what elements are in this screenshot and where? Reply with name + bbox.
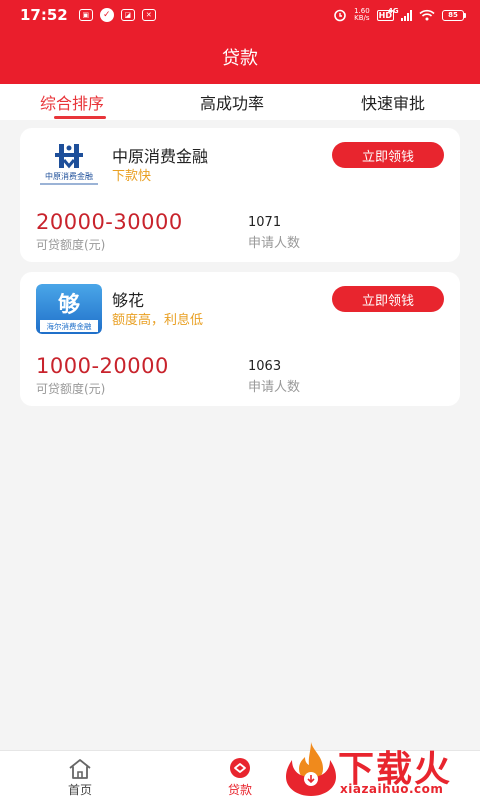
applicant-count-label: 申请人数 (248, 236, 301, 251)
status-bar: 17:52 ▣ ✓ ◪ ✕ 1.60 KB/s HD 4G 85 (0, 0, 480, 30)
flame-notification-icon: ✕ (141, 9, 156, 21)
home-icon (69, 759, 91, 779)
zhongyuan-logo: 中原消费金融 (36, 140, 102, 190)
nav-home[interactable]: 首页 (40, 751, 120, 800)
loan-amount: 1000-20000 (36, 354, 169, 378)
applicant-count-label: 申请人数 (248, 380, 301, 395)
product-tag: 下款快 (112, 169, 152, 184)
nav-loan-label: 贷款 (227, 783, 252, 797)
apply-button[interactable]: 立即领钱 (332, 142, 444, 168)
nav-loan[interactable]: 贷款 (200, 751, 280, 800)
product-card[interactable]: 够 海尔消费金融 够花 额度高，利息低 立即领钱 1000-20000 可贷额度… (20, 272, 460, 406)
alarm-icon (333, 8, 347, 22)
site-watermark: 下载火 xiazaihuo.com (282, 736, 480, 800)
active-tab-indicator (54, 116, 106, 119)
loan-amount-label: 可贷额度(元) (36, 238, 106, 252)
sort-tabs: 综合排序 高成功率 快速审批 (0, 84, 480, 120)
applicant-count: 1071 (248, 215, 282, 230)
tab-comprehensive[interactable]: 综合排序 (40, 90, 104, 114)
page-title: 贷款 (222, 48, 258, 69)
battery-level: 85 (442, 9, 464, 21)
tab-high-success[interactable]: 高成功率 (200, 90, 264, 114)
nav-home-label: 首页 (67, 783, 92, 797)
status-right: 1.60 KB/s HD 4G 85 (333, 7, 466, 22)
apply-button[interactable]: 立即领钱 (332, 286, 444, 312)
battery-icon: 85 (442, 9, 466, 21)
goohua-logo: 够 海尔消费金融 (36, 284, 102, 334)
signal-type-label: 4G (388, 6, 399, 15)
product-name: 中原消费金融 (112, 147, 209, 166)
status-time: 17:52 (20, 6, 68, 24)
app-notification-icon: ▣ (78, 9, 93, 21)
loan-amount: 20000-30000 (36, 210, 183, 234)
cell-signal-icon: 4G (388, 7, 412, 21)
svg-text:够: 够 (58, 292, 80, 318)
logo-text: 中原消费金融 (45, 171, 93, 181)
status-left: 17:52 ▣ ✓ ◪ ✕ (20, 6, 156, 24)
product-tag: 额度高，利息低 (112, 313, 204, 328)
loan-amount-label: 可贷额度(元) (36, 382, 106, 396)
net-speed: 1.60 KB/s (354, 8, 370, 22)
watermark-url: xiazaihuo.com (340, 782, 444, 796)
loan-icon (230, 758, 250, 778)
wifi-icon (419, 9, 435, 21)
product-card[interactable]: 中原消费金融 中原消费金融 下款快 立即领钱 20000-30000 可贷额度(… (20, 128, 460, 262)
logo-text: 海尔消费金融 (47, 321, 92, 331)
net-speed-unit: KB/s (354, 14, 370, 22)
flame-logo-icon (286, 742, 336, 796)
applicant-count: 1063 (248, 359, 282, 374)
tab-fast-approval[interactable]: 快速审批 (361, 90, 425, 114)
check-notification-icon: ✓ (99, 8, 114, 22)
title-bar: 贷款 (0, 30, 480, 84)
image-notification-icon: ◪ (120, 9, 135, 21)
product-name: 够花 (112, 291, 145, 310)
